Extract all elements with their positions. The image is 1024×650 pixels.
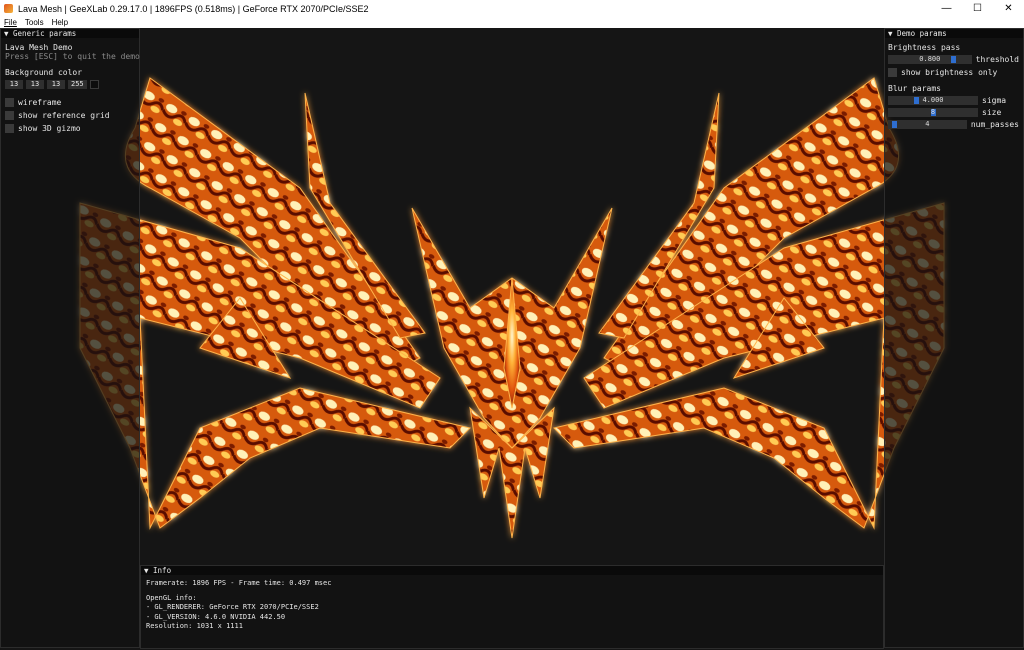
gizmo-checkbox[interactable] [5,123,14,133]
reference-grid-label: show reference grid [18,110,110,120]
background-color-label: Background color [5,67,83,77]
brightness-only-option[interactable]: show brightness only [888,66,1019,78]
framerate-text: Framerate: 1896 FPS - Frame time: 0.497 … [146,579,332,587]
opengl-info-title: OpenGL info: [146,593,197,602]
menu-help[interactable]: Help [48,18,72,27]
lava-mesh-render [79,77,945,539]
menu-file[interactable]: File [0,18,21,27]
maximize-button[interactable]: ☐ [962,0,993,17]
size-value: 8 [930,107,936,116]
demo-params-header[interactable]: ▼ Demo params [885,29,1023,38]
gl-version-text: - GL_VERSION: 4.6.0 NVIDIA 442.50 [146,612,286,621]
size-row: 8 size [888,106,1019,118]
menu-tools[interactable]: Tools [21,18,48,27]
wireframe-label: wireframe [18,97,62,107]
render-viewport[interactable]: ▼ Generic params Lava Mesh Demo Press [E… [0,28,1024,650]
bg-alpha-field[interactable]: 255 [68,79,87,89]
size-slider[interactable]: 8 [888,107,978,117]
resolution-text: Resolution: 1031 x 1111 [146,622,243,630]
wireframe-checkbox[interactable] [5,97,14,107]
sigma-value: 4.000 [922,95,944,104]
bg-blue-field[interactable]: 13 [47,79,65,89]
wireframe-option[interactable]: wireframe [5,96,135,108]
menu-bar: File Tools Help [0,17,1024,28]
blur-params-title: Blur params [888,83,941,93]
window-title: Lava Mesh | GeeXLab 0.29.17.0 | 1896FPS … [18,3,369,14]
sigma-row: 4.000 sigma [888,94,1019,106]
background-color-row: 13 13 13 255 [5,78,135,90]
brightness-only-checkbox[interactable] [888,67,897,77]
info-header[interactable]: ▼ Info [141,566,883,575]
app-icon [4,4,13,13]
brightness-pass-title: Brightness pass [888,42,961,52]
sigma-slider[interactable]: 4.000 [888,95,978,105]
threshold-value: 0.800 [919,54,941,63]
threshold-label: threshold [975,54,1019,64]
gizmo-option[interactable]: show 3D gizmo [5,122,135,134]
generic-params-panel[interactable]: ▼ Generic params Lava Mesh Demo Press [E… [0,28,140,648]
demo-params-panel[interactable]: ▼ Demo params Brightness pass 0.800 thre… [884,28,1024,648]
bg-red-field[interactable]: 13 [5,79,23,89]
reference-grid-checkbox[interactable] [5,110,14,120]
bg-color-swatch[interactable] [89,79,99,89]
window-titlebar[interactable]: Lava Mesh | GeeXLab 0.29.17.0 | 1896FPS … [0,0,1024,17]
passes-row: 4 num_passes [888,118,1019,130]
passes-label: num_passes [970,119,1019,129]
bg-green-field[interactable]: 13 [26,79,44,89]
reference-grid-option[interactable]: show reference grid [5,109,135,121]
quit-hint: Press [ESC] to quit the demo [5,51,140,61]
minimize-button[interactable]: — [931,0,962,17]
gl-renderer-text: - GL_RENDERER: GeForce RTX 2070/PCIe/SSE… [146,603,319,611]
brightness-only-label: show brightness only [901,67,998,77]
passes-value: 4 [925,119,930,128]
gizmo-label: show 3D gizmo [18,123,81,133]
close-button[interactable]: ✕ [993,0,1024,17]
size-label: size [982,107,1002,117]
info-panel[interactable]: ▼ Info Framerate: 1896 FPS - Frame time:… [140,565,884,649]
sigma-label: sigma [982,95,1007,105]
threshold-row: 0.800 threshold [888,53,1019,65]
passes-slider[interactable]: 4 [888,119,967,129]
threshold-slider[interactable]: 0.800 [888,54,972,64]
generic-params-header[interactable]: ▼ Generic params [1,29,139,38]
